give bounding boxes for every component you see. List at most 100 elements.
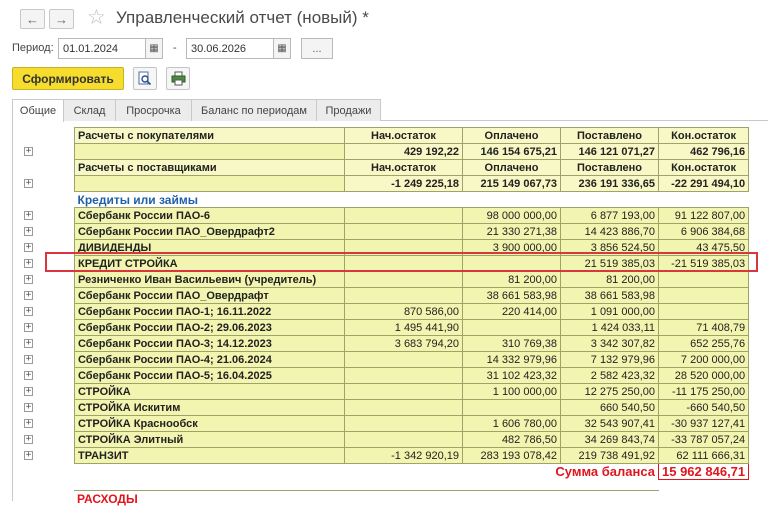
row-name[interactable]: Сбербанк России ПАО-4; 21.06.2024 <box>74 351 345 368</box>
tab-warehouse[interactable]: Склад <box>63 99 116 121</box>
tab-general[interactable]: Общие <box>12 99 64 122</box>
cell-closing[interactable]: -660 540,50 <box>657 399 750 416</box>
table-row[interactable]: Сбербанк России ПАО-1; 16.11.2022 870 58… <box>74 303 750 320</box>
cell-paid[interactable]: 283 193 078,42 <box>462 447 561 464</box>
row-name[interactable]: Сбербанк России ПАО_Овердрафт <box>74 287 345 304</box>
cell-opening[interactable] <box>344 383 463 400</box>
cell-closing[interactable]: -11 175 250,00 <box>657 383 750 400</box>
table-row[interactable]: ТРАНЗИТ -1 342 920,19 283 193 078,42 219… <box>74 447 750 464</box>
cell-paid[interactable]: 3 900 000,00 <box>462 239 561 256</box>
favorite-star-icon[interactable]: ☆ <box>87 6 106 30</box>
row-name[interactable]: Сбербанк России ПАО-5; 16.04.2025 <box>74 367 345 384</box>
cell-closing[interactable] <box>657 271 750 288</box>
table-row[interactable]: СТРОЙКА 1 100 000,00 12 275 250,00 -11 1… <box>74 383 750 400</box>
cell-opening[interactable] <box>344 271 463 288</box>
total-cell[interactable]: 236 191 336,65 <box>560 175 659 192</box>
row-name[interactable]: ДИВИДЕНДЫ <box>74 239 345 256</box>
preview-button[interactable] <box>133 67 157 90</box>
table-row[interactable]: Сбербанк России ПАО_Овердрафт2 21 330 27… <box>74 223 750 240</box>
cell-closing[interactable]: 91 122 807,00 <box>657 207 750 224</box>
cell-paid[interactable]: 1 100 000,00 <box>462 383 561 400</box>
cell-paid[interactable]: 482 786,50 <box>462 431 561 448</box>
row-name[interactable]: Сбербанк России ПАО_Овердрафт2 <box>74 223 345 240</box>
expand-icon[interactable]: + <box>24 291 33 300</box>
cell-delivered[interactable]: 1 424 033,11 <box>560 319 659 336</box>
row-name[interactable]: Сбербанк России ПАО-2; 29.06.2023 <box>74 319 345 336</box>
expand-icon[interactable]: + <box>24 371 33 380</box>
cell-delivered[interactable]: 32 543 907,41 <box>560 415 659 432</box>
expand-icon[interactable]: + <box>24 227 33 236</box>
row-name[interactable]: СТРОЙКА Искитим <box>74 399 345 416</box>
table-row[interactable]: СТРОЙКА Краснообск 1 606 780,00 32 543 9… <box>74 415 750 432</box>
cell-delivered[interactable]: 2 582 423,32 <box>560 367 659 384</box>
cell-closing[interactable]: 28 520 000,00 <box>657 367 750 384</box>
expand-icon[interactable]: + <box>24 323 33 332</box>
table-row[interactable]: Сбербанк России ПАО-3; 14.12.2023 3 683 … <box>74 335 750 352</box>
total-cell[interactable]: 215 149 067,73 <box>462 175 561 192</box>
cell-delivered[interactable]: 1 091 000,00 <box>560 303 659 320</box>
row-name[interactable]: СТРОЙКА Элитный <box>74 431 345 448</box>
cell-closing[interactable] <box>657 287 750 304</box>
total-cell[interactable]: -22 291 494,10 <box>657 175 750 192</box>
cell-closing[interactable]: 652 255,76 <box>657 335 750 352</box>
balance-value[interactable]: 15 962 846,71 <box>657 463 750 480</box>
cell-closing[interactable] <box>657 303 750 320</box>
cell-opening[interactable] <box>344 207 463 224</box>
cell-closing[interactable]: 43 475,50 <box>657 239 750 256</box>
cell-opening[interactable] <box>344 431 463 448</box>
period-from-input[interactable] <box>58 38 146 59</box>
forward-button[interactable]: → <box>49 9 74 29</box>
table-row[interactable]: СТРОЙКА Элитный 482 786,50 34 269 843,74… <box>74 431 750 448</box>
table-row[interactable]: Сбербанк России ПАО-5; 16.04.2025 31 102… <box>74 367 750 384</box>
expand-icon[interactable]: + <box>24 435 33 444</box>
cell-paid[interactable]: 98 000 000,00 <box>462 207 561 224</box>
table-row[interactable]: ДИВИДЕНДЫ 3 900 000,00 3 856 524,50 43 4… <box>74 239 750 256</box>
period-select-button[interactable]: ... <box>301 38 333 59</box>
cell-paid[interactable] <box>462 399 561 416</box>
expand-icon[interactable]: + <box>24 211 33 220</box>
expand-icon[interactable]: + <box>24 307 33 316</box>
period-to-input[interactable] <box>186 38 274 59</box>
cell-delivered[interactable]: 12 275 250,00 <box>560 383 659 400</box>
expand-icon[interactable]: + <box>24 339 33 348</box>
cell-closing[interactable]: 71 408,79 <box>657 319 750 336</box>
cell-delivered[interactable]: 81 200,00 <box>560 271 659 288</box>
cell-opening[interactable] <box>344 239 463 256</box>
row-name[interactable]: Сбербанк России ПАО-6 <box>74 207 345 224</box>
expand-icon[interactable]: + <box>24 355 33 364</box>
cell-closing[interactable]: -30 937 127,41 <box>657 415 750 432</box>
row-name[interactable]: СТРОЙКА <box>74 383 345 400</box>
expand-icon[interactable]: + <box>24 243 33 252</box>
cell-delivered[interactable]: 14 423 886,70 <box>560 223 659 240</box>
generate-button[interactable]: Сформировать <box>12 67 124 90</box>
total-cell[interactable]: -1 249 225,18 <box>344 175 463 192</box>
table-row[interactable]: Сбербанк России ПАО-6 98 000 000,00 6 87… <box>74 207 750 224</box>
cell-delivered[interactable]: 38 661 583,98 <box>560 287 659 304</box>
cell-paid[interactable]: 81 200,00 <box>462 271 561 288</box>
cell-opening[interactable] <box>344 415 463 432</box>
cell-delivered[interactable]: 660 540,50 <box>560 399 659 416</box>
cell-paid[interactable]: 38 661 583,98 <box>462 287 561 304</box>
back-button[interactable]: ← <box>20 9 45 29</box>
cell-delivered[interactable]: 21 519 385,03 <box>560 255 659 272</box>
tab-sales[interactable]: Продажи <box>316 99 381 121</box>
expand-icon[interactable]: + <box>24 147 33 156</box>
cell-paid[interactable] <box>462 319 561 336</box>
row-name[interactable]: Резниченко Иван Васильевич (учредитель) <box>74 271 345 288</box>
cell-opening[interactable] <box>344 287 463 304</box>
cell-opening[interactable]: -1 342 920,19 <box>344 447 463 464</box>
cell-closing[interactable]: 62 111 666,31 <box>657 447 750 464</box>
cell-opening[interactable]: 1 495 441,90 <box>344 319 463 336</box>
row-name[interactable]: Сбербанк России ПАО-1; 16.11.2022 <box>74 303 345 320</box>
cell-opening[interactable] <box>344 255 463 272</box>
period-from-calendar-button[interactable]: ▦ <box>145 38 163 59</box>
expand-icon[interactable]: + <box>24 179 33 188</box>
cell-closing[interactable]: -21 519 385,03 <box>657 255 750 272</box>
total-cell[interactable]: 462 796,16 <box>657 143 750 160</box>
row-name[interactable]: ТРАНЗИТ <box>74 447 345 464</box>
table-row[interactable]: Сбербанк России ПАО_Овердрафт 38 661 583… <box>74 287 750 304</box>
row-name[interactable]: Сбербанк России ПАО-3; 14.12.2023 <box>74 335 345 352</box>
table-row[interactable]: КРЕДИТ СТРОЙКА 21 519 385,03 -21 519 385… <box>74 255 750 272</box>
expand-icon[interactable]: + <box>24 387 33 396</box>
tab-overdue[interactable]: Просрочка <box>115 99 192 121</box>
